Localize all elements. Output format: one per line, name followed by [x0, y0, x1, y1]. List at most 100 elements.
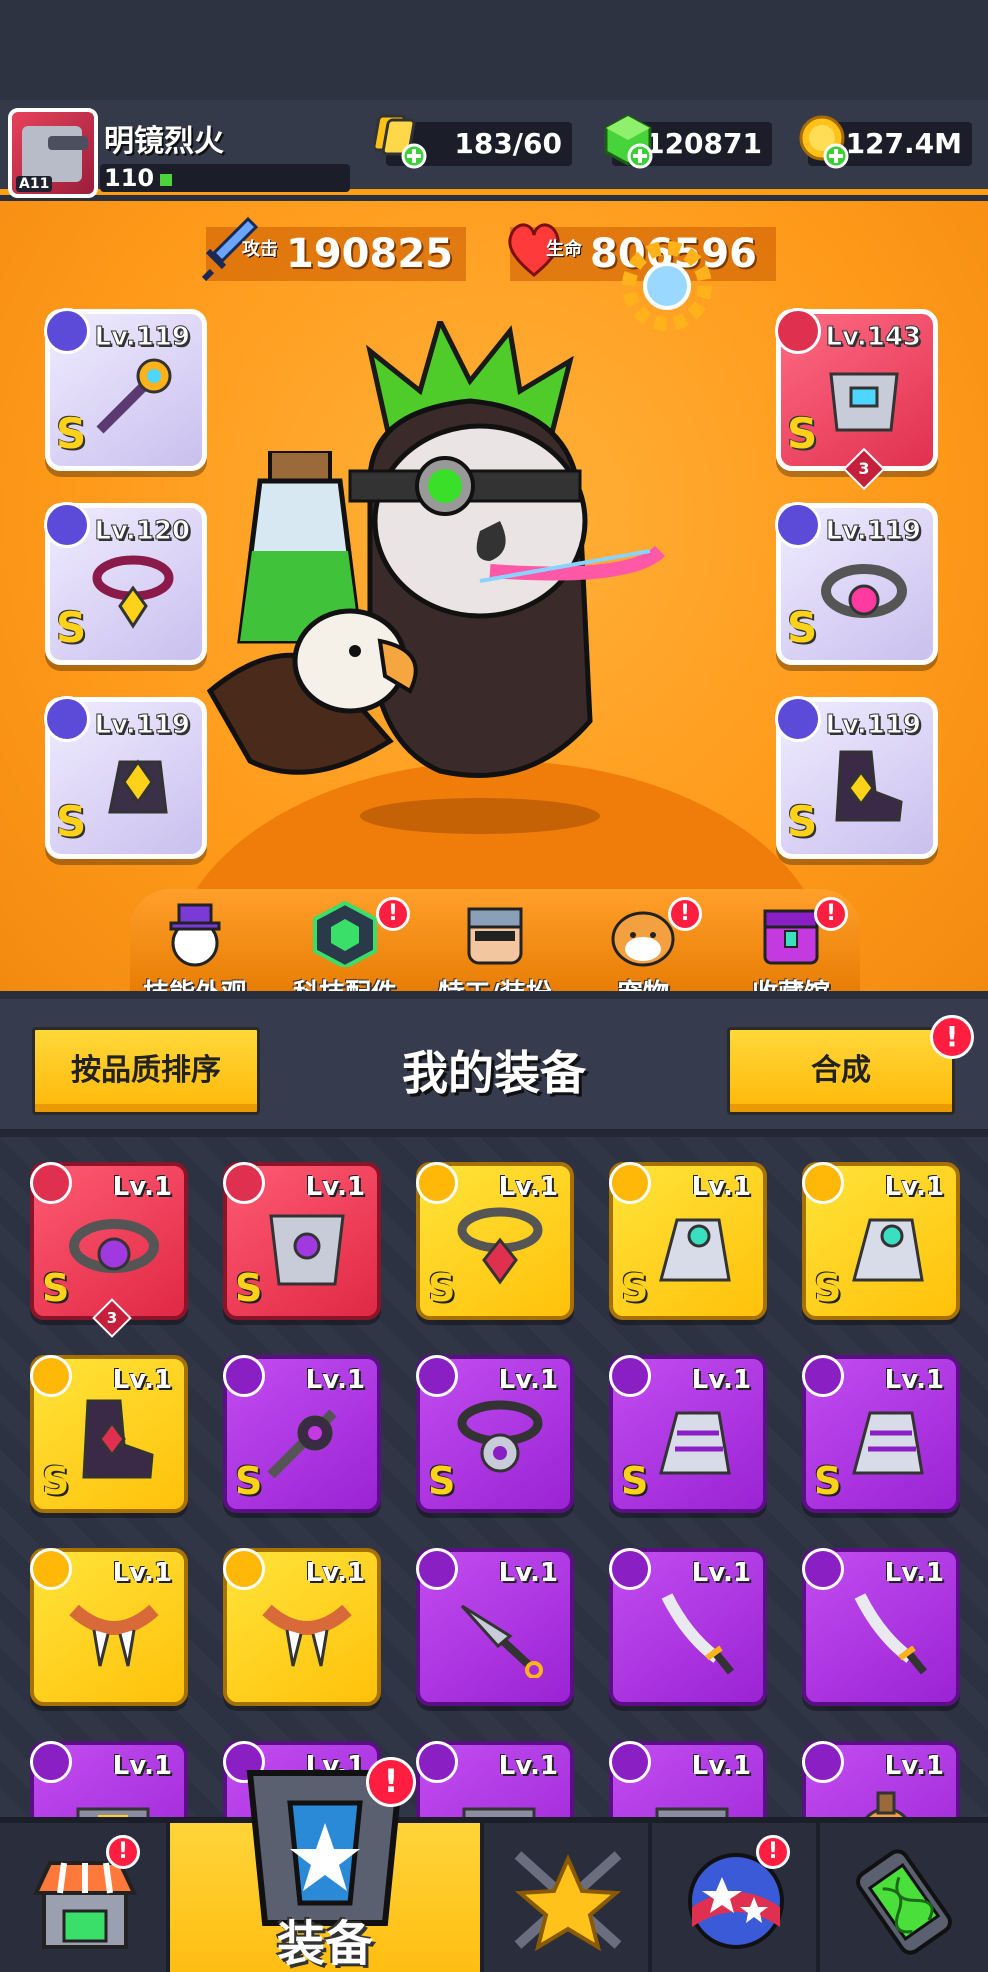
gem-counter[interactable]: 120871	[604, 114, 772, 169]
inventory-item[interactable]: Lv.1 S	[416, 1162, 574, 1320]
weapon-type-icon	[44, 308, 90, 354]
player-header: A11 明镜烈火 110 183/60 120871 127.4M	[0, 100, 988, 198]
inventory-item[interactable]: Lv.1	[30, 1548, 188, 1706]
sword-icon	[661, 1593, 735, 1675]
slot-level: Lv.119	[825, 516, 922, 547]
gun-icon	[462, 1807, 536, 1817]
menu-collection-label: 收藏馆	[716, 973, 866, 991]
inventory-item[interactable]: Lv.1	[609, 1548, 767, 1706]
equip-slot-glove[interactable]: Lv.119 S	[44, 696, 207, 859]
menu-tech[interactable]: ! 科技配件	[270, 897, 420, 991]
inventory-item[interactable]: Lv.1	[223, 1548, 381, 1706]
nav-gene-tab[interactable]	[820, 1823, 988, 1972]
menu-agent-label: 特工/装扮	[420, 973, 570, 991]
menu-pet-label: 宠物	[568, 973, 718, 991]
attack-stat: 攻击 190825	[201, 216, 466, 282]
crossed-swords-star-icon	[514, 1851, 622, 1952]
weapon-type-icon	[802, 1741, 844, 1783]
gem-value: 120871	[645, 127, 762, 160]
inventory-item[interactable]: Lv.1	[416, 1741, 574, 1817]
hp-label: 生命	[546, 239, 582, 260]
inventory-item[interactable]: Lv.1 S	[609, 1162, 767, 1320]
coin-counter[interactable]: 127.4M	[799, 115, 972, 169]
nav-battle-tab[interactable]	[484, 1823, 652, 1972]
item-level: Lv.1	[305, 1172, 365, 1202]
energy-counter[interactable]: 183/60	[374, 114, 572, 169]
item-grade: S	[621, 1266, 649, 1310]
armor-type-icon	[775, 308, 821, 354]
nav-event-tab[interactable]: !	[652, 1823, 820, 1972]
slot-grade: S	[787, 797, 818, 846]
nav-equipment-tab[interactable]: ! 装备	[170, 1757, 484, 1972]
weapon-type-icon	[802, 1548, 844, 1590]
equip-slot-weapon[interactable]: Lv.119 S	[44, 308, 207, 471]
player-avatar[interactable]: A11	[8, 108, 98, 198]
weapon-type-icon	[223, 1355, 265, 1397]
armor-icon	[829, 372, 899, 432]
belt-icon	[821, 564, 907, 618]
merge-button[interactable]: 合成	[727, 1027, 955, 1115]
inventory-item[interactable]: Lv.1 S	[802, 1355, 960, 1513]
item-grade: S	[814, 1459, 842, 1503]
inventory-item[interactable]: Lv.1	[609, 1741, 767, 1817]
inventory-item[interactable]: Lv.1 S	[416, 1355, 574, 1513]
weapon-type-icon	[30, 1741, 72, 1783]
equipment-grid: Lv.1 S 3 Lv.1 S Lv.1 S Lv.1 S Lv.1 S Lv.…	[0, 1137, 988, 1817]
menu-tech-label: 科技配件	[270, 973, 420, 991]
dna-capsule-icon	[856, 1849, 952, 1955]
item-grade: S	[814, 1266, 842, 1310]
item-level: Lv.1	[884, 1172, 944, 1202]
slot-level: Lv.119	[94, 710, 191, 741]
robot-icon	[22, 126, 88, 182]
item-grade: S	[42, 1266, 70, 1310]
inventory-item[interactable]: Lv.1 S	[30, 1355, 188, 1513]
event-alert-icon: !	[756, 1835, 790, 1869]
necklace-icon	[92, 555, 174, 629]
inventory-item[interactable]: Lv.1	[802, 1741, 960, 1817]
inventory-item[interactable]: Lv.1	[802, 1548, 960, 1706]
equip-slot-necklace[interactable]: Lv.120 S	[44, 502, 207, 665]
equip-slot-boots[interactable]: Lv.119 S	[775, 696, 938, 859]
weapon-type-icon	[416, 1741, 458, 1783]
weapon-icon	[96, 358, 172, 434]
tech-alert-icon: !	[376, 897, 410, 931]
inventory-item[interactable]: Lv.1 S	[223, 1355, 381, 1513]
inventory-item[interactable]: Lv.1 S	[609, 1355, 767, 1513]
nav-shop-tab[interactable]: !	[0, 1823, 170, 1972]
eagle-pet-icon	[206, 608, 418, 775]
boots-type-icon	[30, 1355, 72, 1397]
menu-collection[interactable]: ! 收藏馆	[716, 897, 866, 991]
exp-progress	[160, 174, 173, 186]
equipment-alert-icon: !	[366, 1757, 416, 1807]
hat-ball-icon	[169, 903, 221, 967]
slot-grade: S	[787, 409, 818, 458]
necklace-type-icon	[223, 1548, 265, 1590]
item-level: Lv.1	[691, 1751, 751, 1781]
nav-equipment-label: 装备	[276, 1916, 373, 1972]
item-grade: S	[42, 1459, 70, 1503]
inventory-item[interactable]: Lv.1	[416, 1548, 574, 1706]
boots-type-icon	[775, 696, 821, 742]
menu-skin[interactable]: 技能外观	[120, 901, 270, 991]
glove-icon	[108, 759, 168, 814]
attack-label: 攻击	[242, 239, 278, 260]
gun-icon	[76, 1807, 150, 1817]
inventory-item[interactable]: Lv.1 S	[802, 1162, 960, 1320]
merge-alert-icon: !	[930, 1015, 974, 1059]
energy-icon	[374, 114, 427, 169]
item-level: Lv.1	[112, 1558, 172, 1588]
menu-agent[interactable]: 特工/装扮	[420, 901, 570, 991]
collection-alert-icon: !	[814, 897, 848, 931]
inventory-item[interactable]: Lv.1	[30, 1741, 188, 1817]
inventory-item[interactable]: Lv.1 S	[223, 1162, 381, 1320]
equip-slot-armor[interactable]: Lv.143 S 3	[775, 308, 938, 491]
star-badge: 3	[842, 447, 886, 491]
necklace-type-icon	[416, 1355, 458, 1397]
menu-pet[interactable]: ! 宠物	[568, 897, 718, 991]
necklace-icon	[457, 1400, 543, 1473]
equip-slot-belt[interactable]: Lv.119 S	[775, 502, 938, 665]
star-badge: 3	[92, 1298, 132, 1338]
inventory-item[interactable]: Lv.1 S 3	[30, 1162, 188, 1338]
weapon-type-icon	[609, 1741, 651, 1783]
necklace-type-icon	[44, 502, 90, 548]
